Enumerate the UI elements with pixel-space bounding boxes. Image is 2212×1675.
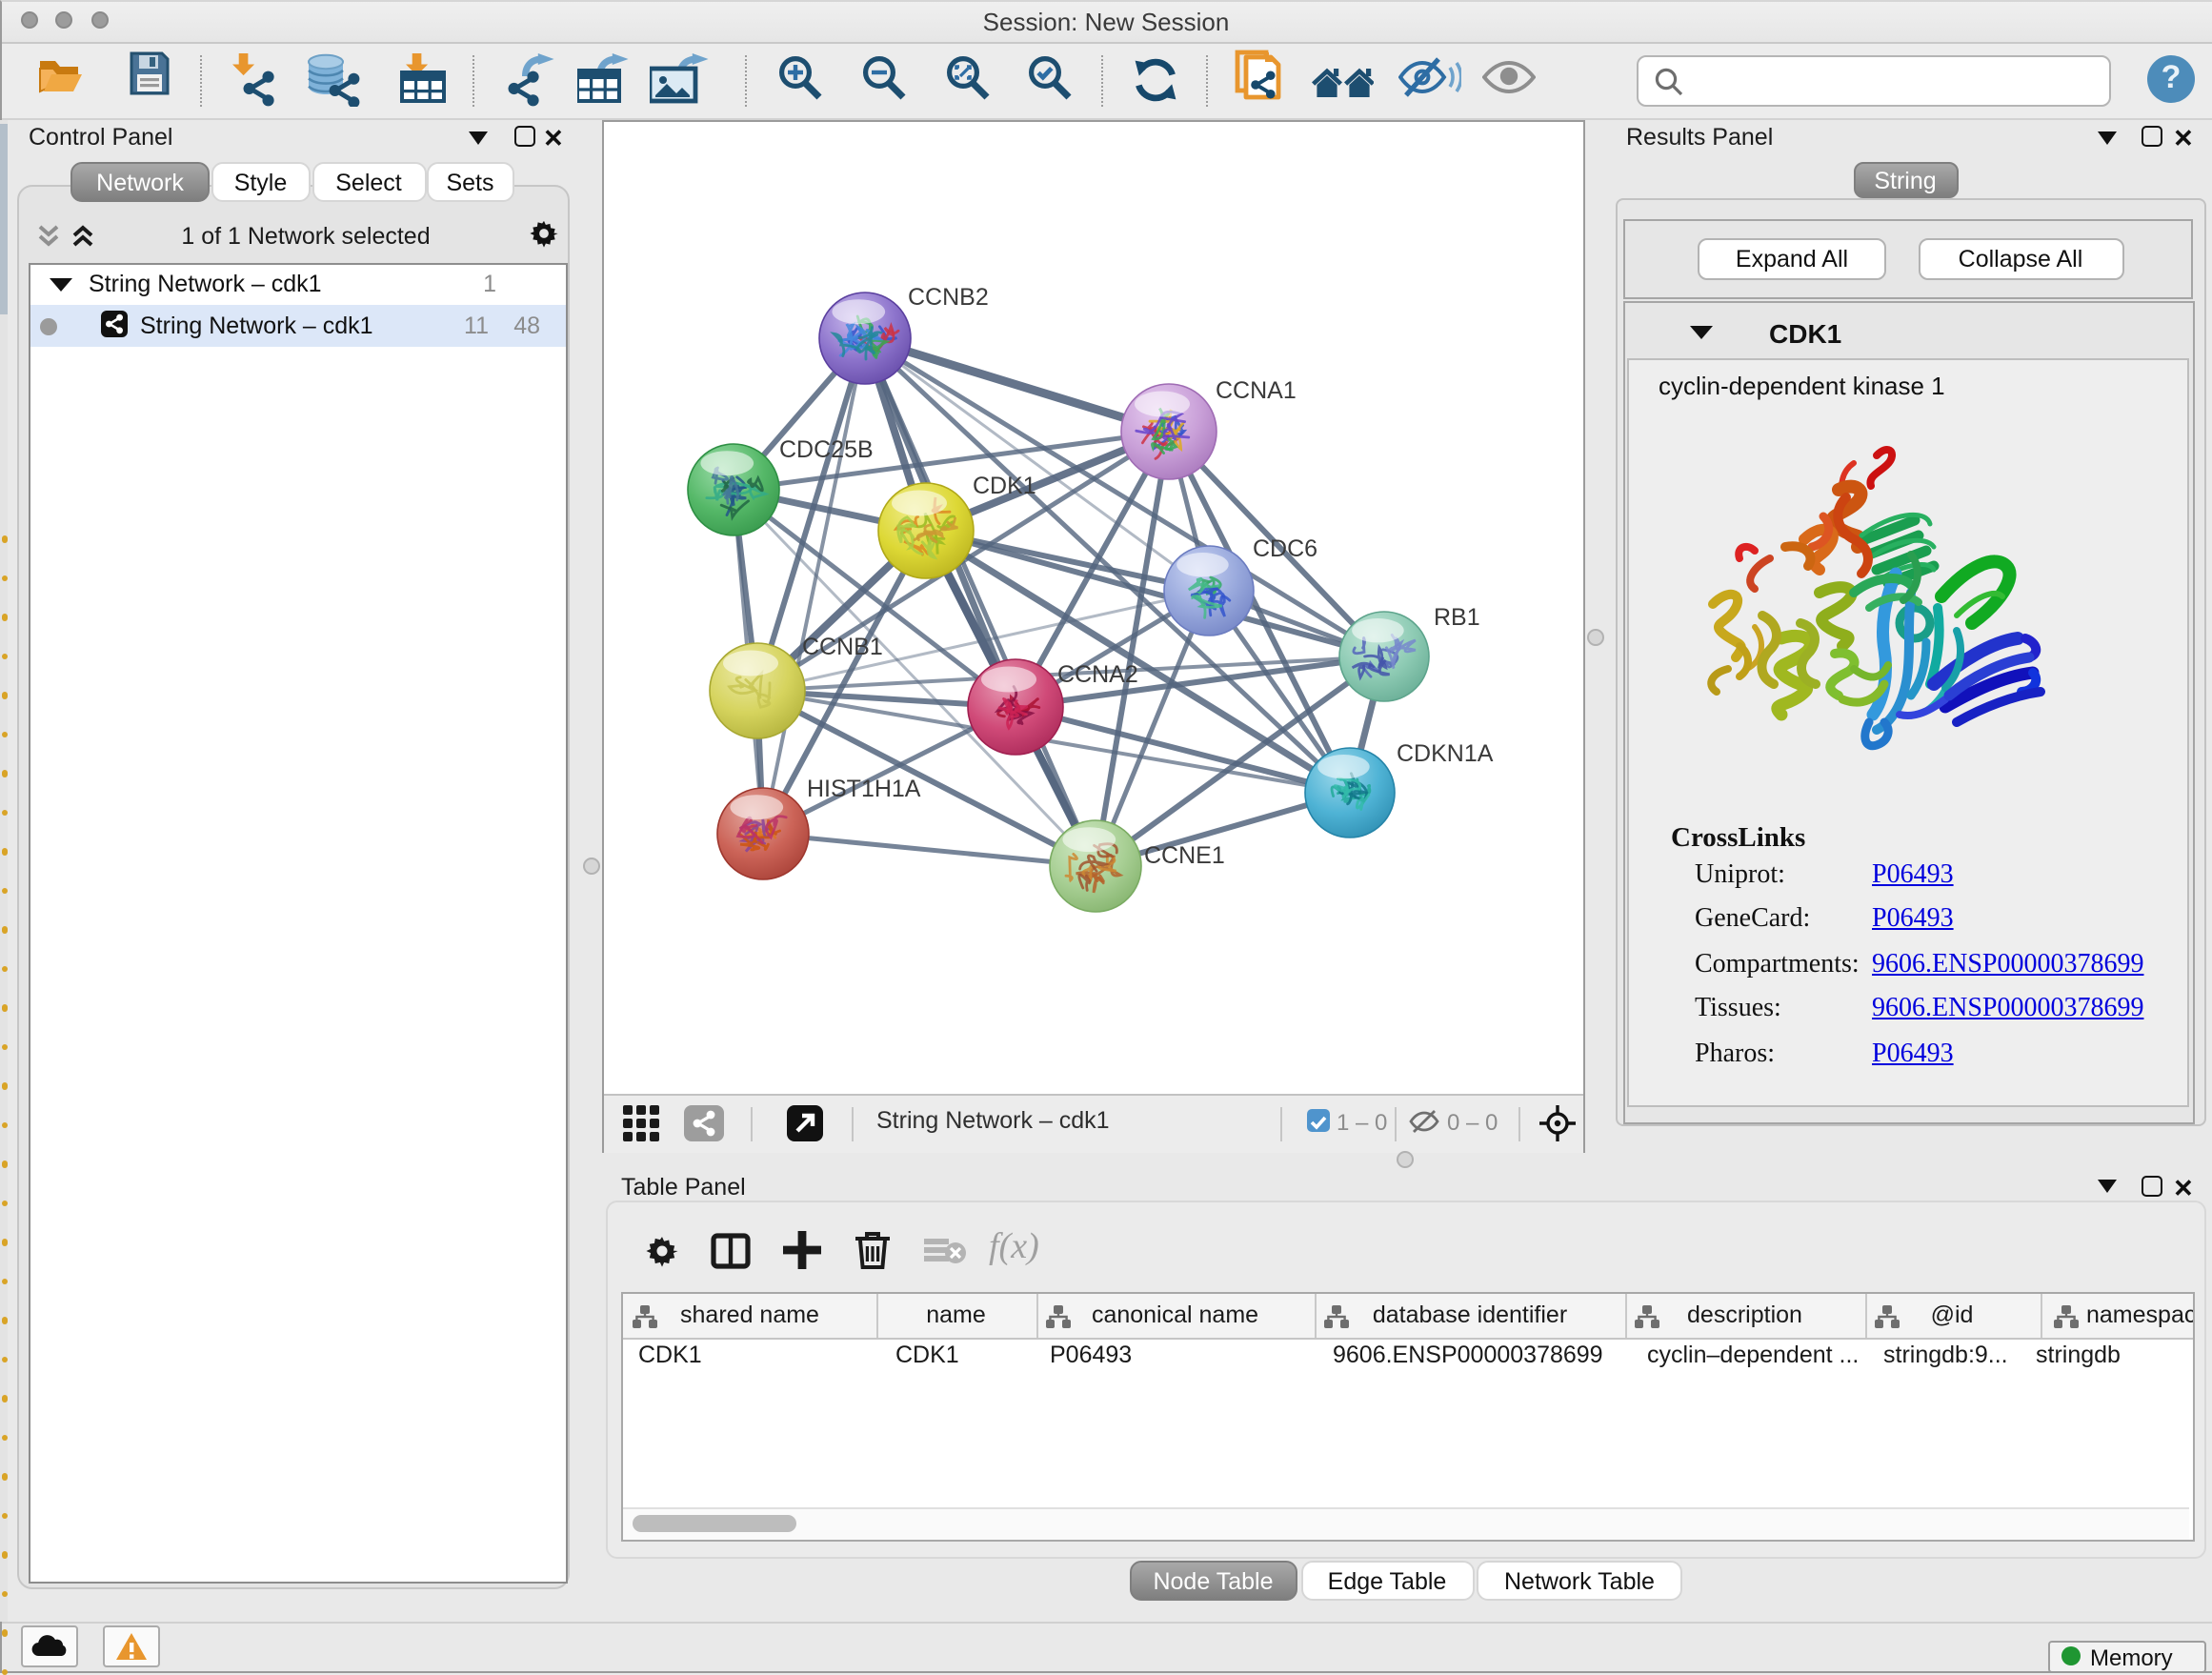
svg-text:CDK1: CDK1 xyxy=(972,472,1036,498)
svg-text:CCNA1: CCNA1 xyxy=(1215,376,1296,403)
svg-text:CDKN1A: CDKN1A xyxy=(1396,739,1493,766)
svg-text:CDC25B: CDC25B xyxy=(778,435,873,462)
svg-text:CCNB2: CCNB2 xyxy=(907,283,988,310)
svg-text:CDC6: CDC6 xyxy=(1252,535,1317,561)
svg-text:HIST1H1A: HIST1H1A xyxy=(806,775,920,801)
svg-text:CCNB1: CCNB1 xyxy=(801,633,882,659)
svg-text:CCNE1: CCNE1 xyxy=(1143,841,1224,868)
svg-text:RB1: RB1 xyxy=(1433,603,1479,630)
svg-text:CCNA2: CCNA2 xyxy=(1056,660,1137,687)
